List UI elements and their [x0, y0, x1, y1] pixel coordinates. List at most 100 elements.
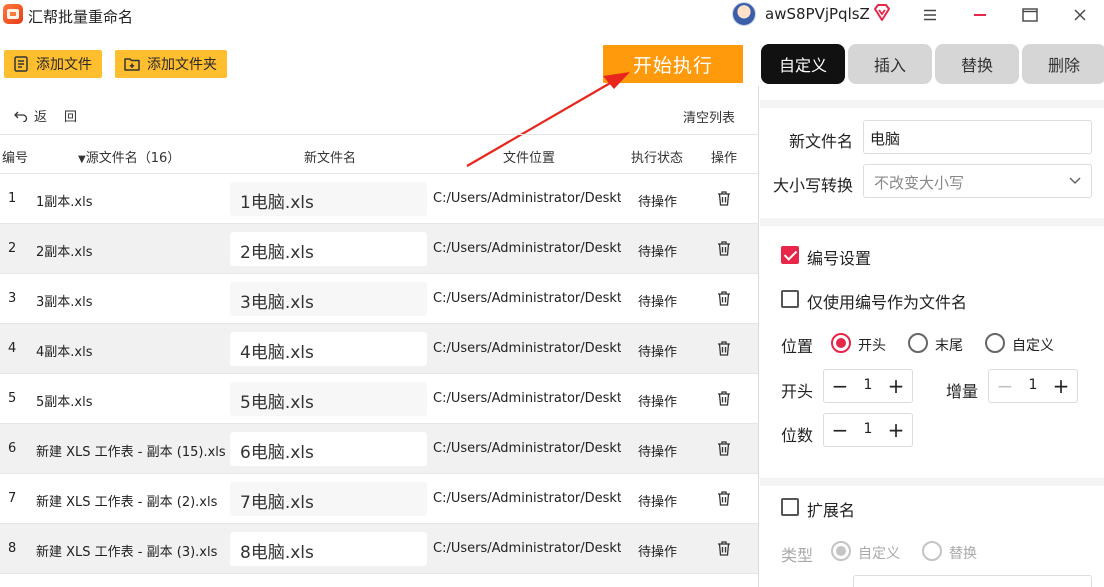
row-index: 8	[8, 541, 17, 556]
type-label: 类型	[781, 546, 814, 565]
start-button[interactable]: 开始执行	[603, 45, 743, 83]
digits-plus-button[interactable]: +	[880, 414, 912, 446]
row-status: 待操作	[638, 445, 678, 460]
trash-icon[interactable]	[716, 440, 732, 457]
position-custom-radio[interactable]	[985, 333, 1005, 353]
row-newname: 4电脑.xls	[230, 332, 427, 366]
header-index: 编号	[2, 151, 29, 166]
trash-icon[interactable]	[716, 540, 732, 557]
increment-minus-button[interactable]: −	[989, 370, 1021, 402]
case-select-value: 不改变大小写	[874, 174, 965, 192]
settings-panel: 新文件名 电脑 大小写转换 不改变大小写 编号设置 仅使用编号作为文件名 位置 …	[760, 100, 1104, 587]
menu-icon[interactable]	[918, 3, 942, 27]
position-end-radio[interactable]	[908, 333, 928, 353]
extension-checkbox[interactable]	[781, 498, 799, 516]
row-status: 待操作	[638, 245, 678, 260]
header-action: 操作	[711, 151, 738, 166]
table-header: 编号 ▼源文件名（16） 新文件名 文件位置 执行状态 操作	[0, 134, 758, 174]
header-newname: 新文件名	[304, 151, 357, 166]
trash-icon[interactable]	[716, 240, 732, 257]
table-row[interactable]: 1 1副本.xls 1电脑.xls C:/Users/Administrator…	[0, 174, 758, 224]
increment-stepper[interactable]: − 1 +	[988, 369, 1078, 403]
minimize-icon[interactable]	[968, 3, 992, 27]
trash-icon[interactable]	[716, 490, 732, 507]
username[interactable]: awS8PVjPqlsZ	[765, 5, 870, 23]
case-label: 大小写转换	[773, 176, 854, 195]
type-custom-radio[interactable]	[831, 541, 851, 561]
table-row[interactable]: 3 3副本.xls 3电脑.xls C:/Users/Administrator…	[0, 274, 758, 324]
start-stepper[interactable]: − 1 +	[823, 369, 913, 403]
header-location: 文件位置	[503, 151, 556, 166]
extension-input[interactable]	[853, 575, 1092, 587]
row-index: 6	[8, 441, 17, 456]
table-row[interactable]: 7 新建 XLS 工作表 - 副本 (2).xls 7电脑.xls C:/Use…	[0, 474, 758, 524]
type-custom-label: 自定义	[858, 546, 900, 562]
row-index: 7	[8, 491, 17, 506]
row-index: 2	[8, 241, 17, 256]
digits-stepper[interactable]: − 1 +	[823, 413, 913, 447]
table-row[interactable]: 5 5副本.xls 5电脑.xls C:/Users/Administrator…	[0, 374, 758, 424]
trash-icon[interactable]	[716, 340, 732, 357]
avatar[interactable]	[732, 2, 756, 26]
position-start-radio[interactable]	[831, 333, 851, 353]
redo-button[interactable]: 回	[64, 106, 77, 125]
newname-input[interactable]: 电脑	[863, 120, 1092, 154]
trash-icon[interactable]	[716, 190, 732, 207]
type-replace-radio[interactable]	[922, 541, 942, 561]
header-source[interactable]: ▼源文件名（16）	[78, 147, 180, 166]
only-number-checkbox[interactable]	[781, 290, 799, 308]
table-row[interactable]: 8 新建 XLS 工作表 - 副本 (3).xls 8电脑.xls C:/Use…	[0, 524, 758, 574]
app-title: 汇帮批量重命名	[28, 8, 134, 26]
row-index: 3	[8, 291, 17, 306]
chevron-down-icon	[1069, 177, 1081, 185]
add-folder-button[interactable]: 添加文件夹	[115, 50, 227, 78]
numbering-label: 编号设置	[807, 249, 872, 268]
table-row[interactable]: 2 2副本.xls 2电脑.xls C:/Users/Administrator…	[0, 224, 758, 274]
row-source: 1副本.xls	[36, 195, 93, 210]
row-location: C:/Users/Administrator/Desktop/	[433, 441, 621, 456]
increment-value: 1	[1028, 377, 1038, 393]
row-newname: 6电脑.xls	[230, 432, 427, 466]
trash-icon[interactable]	[716, 390, 732, 407]
tab-delete[interactable]: 删除	[1022, 44, 1104, 84]
header-status: 执行状态	[631, 151, 684, 166]
tab-replace[interactable]: 替换	[935, 44, 1019, 84]
panel-divider	[758, 86, 759, 587]
sort-caret-icon: ▼	[78, 154, 86, 165]
undo-button[interactable]: 返	[14, 106, 47, 125]
numbering-checkbox[interactable]	[781, 246, 799, 264]
start-label: 开头	[781, 382, 814, 401]
close-icon[interactable]	[1068, 3, 1092, 27]
row-source: 2副本.xls	[36, 245, 93, 260]
row-newname: 1电脑.xls	[230, 182, 427, 216]
position-start-label: 开头	[858, 338, 886, 354]
start-minus-button[interactable]: −	[824, 370, 856, 402]
tab-custom[interactable]: 自定义	[761, 44, 845, 84]
add-folder-label: 添加文件夹	[147, 57, 217, 73]
trash-icon[interactable]	[716, 290, 732, 307]
digits-value: 1	[863, 421, 873, 437]
tab-insert[interactable]: 插入	[848, 44, 932, 84]
app-window: 汇帮批量重命名 awS8PVjPqlsZ 添加文件 添加文件夹 开始执行 返 回…	[0, 0, 1104, 587]
row-index: 1	[8, 191, 17, 206]
add-file-button[interactable]: 添加文件	[4, 50, 102, 78]
clear-list-button[interactable]: 清空列表	[683, 107, 735, 126]
add-file-label: 添加文件	[36, 57, 92, 73]
row-location: C:/Users/Administrator/Desktop/	[433, 491, 621, 506]
only-number-label: 仅使用编号作为文件名	[807, 293, 968, 312]
row-location: C:/Users/Administrator/Desktop/	[433, 341, 621, 356]
table-row[interactable]: 4 4副本.xls 4电脑.xls C:/Users/Administrator…	[0, 324, 758, 374]
table-row[interactable]: 6 新建 XLS 工作表 - 副本 (15).xls 6电脑.xls C:/Us…	[0, 424, 758, 474]
case-select[interactable]: 不改变大小写	[863, 164, 1092, 198]
name-card: 新文件名 电脑 大小写转换 不改变大小写	[760, 108, 1104, 218]
start-plus-button[interactable]: +	[880, 370, 912, 402]
row-status: 待操作	[638, 395, 678, 410]
row-location: C:/Users/Administrator/Desktop/	[433, 241, 621, 256]
digits-minus-button[interactable]: −	[824, 414, 856, 446]
row-status: 待操作	[638, 295, 678, 310]
type-replace-label: 替换	[949, 546, 977, 562]
vip-diamond-icon[interactable]	[872, 3, 892, 23]
row-status: 待操作	[638, 495, 678, 510]
increment-plus-button[interactable]: +	[1045, 370, 1077, 402]
maximize-icon[interactable]	[1018, 3, 1042, 27]
